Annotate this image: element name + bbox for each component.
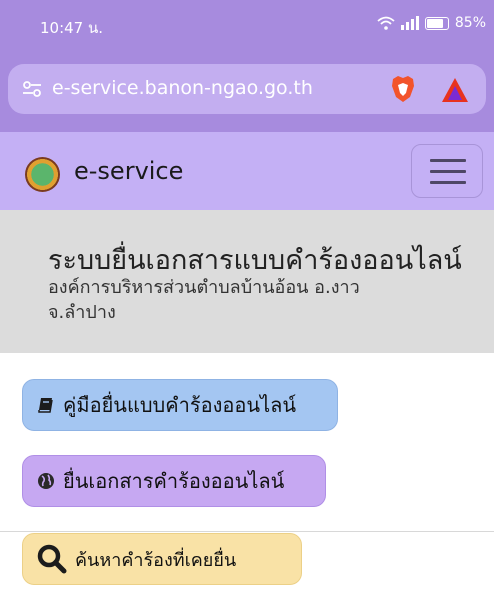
page-subtitle: องค์การบริหารส่วนตำบลบ้านอ้อน อ.งาว จ.ลำ… — [48, 277, 360, 323]
navbar: e-service — [0, 132, 494, 210]
submit-request-label: ยื่นเอกสารคำร้องออนไลน์ — [63, 469, 285, 493]
brave-shields-icon[interactable] — [388, 74, 418, 104]
url-text[interactable]: e-service.banon-ngao.go.th — [52, 77, 313, 99]
address-bar[interactable]: e-service.banon-ngao.go.th — [8, 64, 486, 114]
globe-icon — [38, 473, 54, 489]
manual-button-label: คู่มือยื่นแบบคำร้องออนไลน์ — [63, 393, 297, 417]
menu-bar-bottom — [430, 181, 466, 184]
hamburger-menu-icon[interactable] — [411, 144, 483, 198]
wifi-icon — [377, 16, 395, 30]
site-settings-icon[interactable] — [22, 79, 42, 99]
book-icon — [38, 398, 53, 413]
status-time: 10:47 น. — [40, 19, 104, 37]
logo-icon[interactable] — [25, 157, 60, 192]
signal-icon — [400, 16, 419, 30]
submit-request-button[interactable]: ยื่นเอกสารคำร้องออนไลน์ — [22, 455, 326, 507]
battery-icon — [424, 16, 449, 30]
browser-toolbar: e-service.banon-ngao.go.th — [0, 50, 494, 132]
brand-name[interactable]: e-service — [74, 157, 183, 185]
search-icon — [37, 544, 67, 574]
menu-bar-middle — [430, 170, 466, 173]
status-bar: 10:47 น. 85% — [0, 0, 494, 50]
search-request-button[interactable]: ค้นหาคำร้องที่เคยยื่น — [22, 533, 302, 585]
search-request-label: ค้นหาคำร้องที่เคยยื่น — [75, 549, 237, 571]
brave-rewards-icon[interactable] — [440, 76, 470, 104]
manual-button[interactable]: คู่มือยื่นแบบคำร้องออนไลน์ — [22, 379, 338, 431]
divider — [0, 531, 494, 532]
page-header: ระบบยื่นเอกสารแบบคำร้องออนไลน์ องค์การบร… — [0, 210, 494, 353]
menu-bar-top — [430, 159, 466, 162]
status-icons: 85% — [377, 15, 486, 31]
battery-percent: 85% — [454, 15, 486, 31]
